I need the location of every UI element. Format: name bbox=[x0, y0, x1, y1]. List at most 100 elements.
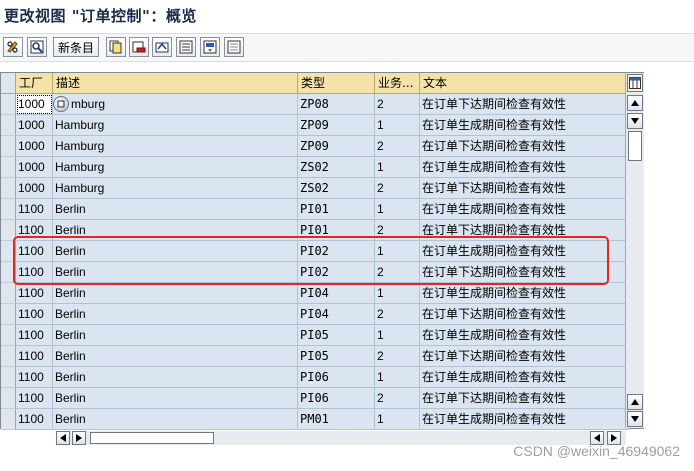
display-change-button[interactable] bbox=[3, 37, 23, 57]
table-row[interactable]: 1100 Berlin PI06 1 在订单生成期间检查有效性 bbox=[1, 367, 629, 388]
scroll-up-button[interactable] bbox=[627, 95, 643, 111]
cell-plant[interactable]: 1100 bbox=[16, 262, 53, 283]
table-row[interactable]: 1000 Hamburg ZS02 2 在订单下达期间检查有效性 bbox=[1, 178, 629, 199]
cell-plant[interactable]: 1100 bbox=[16, 346, 53, 367]
table-row[interactable]: 1000 mburg ZP08 2 在订单下达期间检查有效性 bbox=[1, 94, 629, 115]
cell-business[interactable]: 2 bbox=[375, 304, 420, 325]
cell-text[interactable]: 在订单下达期间检查有效性 bbox=[420, 136, 629, 157]
cell-description[interactable]: Berlin bbox=[53, 388, 298, 409]
cell-type[interactable]: PI02 bbox=[298, 262, 375, 283]
row-selector[interactable] bbox=[1, 94, 16, 115]
cell-business[interactable]: 2 bbox=[375, 262, 420, 283]
cell-business[interactable]: 1 bbox=[375, 325, 420, 346]
cell-plant[interactable]: 1100 bbox=[16, 220, 53, 241]
scroll-up-button-bottom[interactable] bbox=[627, 394, 643, 410]
cell-description[interactable]: Berlin bbox=[53, 346, 298, 367]
cell-description[interactable]: Berlin bbox=[53, 367, 298, 388]
cell-business[interactable]: 1 bbox=[375, 283, 420, 304]
cell-text[interactable]: 在订单生成期间检查有效性 bbox=[420, 241, 629, 262]
cell-business[interactable]: 2 bbox=[375, 94, 420, 115]
scroll-right-button-left[interactable] bbox=[72, 431, 86, 445]
cell-type[interactable]: ZP08 bbox=[298, 94, 375, 115]
scroll-down-button[interactable] bbox=[627, 411, 643, 427]
row-selector[interactable] bbox=[1, 388, 16, 409]
cell-plant[interactable]: 1100 bbox=[16, 304, 53, 325]
cell-type[interactable]: PI04 bbox=[298, 283, 375, 304]
cell-text[interactable]: 在订单生成期间检查有效性 bbox=[420, 409, 629, 430]
delete-button[interactable] bbox=[129, 37, 149, 57]
undo-change-button[interactable] bbox=[152, 37, 172, 57]
cell-type[interactable]: PI05 bbox=[298, 346, 375, 367]
row-selector[interactable] bbox=[1, 241, 16, 262]
cell-text[interactable]: 在订单下达期间检查有效性 bbox=[420, 346, 629, 367]
cell-plant[interactable]: 1100 bbox=[16, 241, 53, 262]
cell-description[interactable]: Hamburg bbox=[53, 178, 298, 199]
cell-business[interactable]: 1 bbox=[375, 157, 420, 178]
cell-business[interactable]: 1 bbox=[375, 367, 420, 388]
row-selector[interactable] bbox=[1, 283, 16, 304]
cell-business[interactable]: 2 bbox=[375, 346, 420, 367]
cell-type[interactable]: ZS02 bbox=[298, 157, 375, 178]
row-selector[interactable] bbox=[1, 367, 16, 388]
cell-plant[interactable]: 1100 bbox=[16, 409, 53, 430]
cell-business[interactable]: 1 bbox=[375, 115, 420, 136]
cell-description[interactable]: Hamburg bbox=[53, 157, 298, 178]
cell-text[interactable]: 在订单下达期间检查有效性 bbox=[420, 178, 629, 199]
scroll-down-button-top[interactable] bbox=[627, 113, 643, 129]
cell-business[interactable]: 2 bbox=[375, 136, 420, 157]
cell-plant[interactable]: 1000 bbox=[16, 157, 53, 178]
row-selector[interactable] bbox=[1, 346, 16, 367]
select-all-button[interactable] bbox=[176, 37, 196, 57]
cell-business[interactable]: 1 bbox=[375, 241, 420, 262]
select-all-rows-column[interactable] bbox=[1, 73, 16, 93]
display-button[interactable] bbox=[27, 37, 47, 57]
cell-text[interactable]: 在订单下达期间检查有效性 bbox=[420, 388, 629, 409]
cell-type[interactable]: PI04 bbox=[298, 304, 375, 325]
table-row[interactable]: 1100 Berlin PI04 1 在订单生成期间检查有效性 bbox=[1, 283, 629, 304]
cell-plant[interactable]: 1100 bbox=[16, 388, 53, 409]
cell-business[interactable]: 2 bbox=[375, 220, 420, 241]
cell-text[interactable]: 在订单生成期间检查有效性 bbox=[420, 367, 629, 388]
table-row[interactable]: 1100 Berlin PI05 2 在订单下达期间检查有效性 bbox=[1, 346, 629, 367]
cell-description[interactable]: Hamburg bbox=[53, 136, 298, 157]
table-row[interactable]: 1100 Berlin PI06 2 在订单下达期间检查有效性 bbox=[1, 388, 629, 409]
row-selector[interactable] bbox=[1, 409, 16, 430]
cell-description[interactable]: Berlin bbox=[53, 409, 298, 430]
table-row[interactable]: 1100 Berlin PI01 1 在订单生成期间检查有效性 bbox=[1, 199, 629, 220]
row-selector[interactable] bbox=[1, 304, 16, 325]
cell-text[interactable]: 在订单生成期间检查有效性 bbox=[420, 157, 629, 178]
cell-description[interactable]: Berlin bbox=[53, 304, 298, 325]
horizontal-scroll-thumb[interactable] bbox=[90, 432, 214, 444]
cell-text[interactable]: 在订单生成期间检查有效性 bbox=[420, 199, 629, 220]
table-row[interactable]: 1000 Hamburg ZP09 1 在订单生成期间检查有效性 bbox=[1, 115, 629, 136]
cell-business[interactable]: 2 bbox=[375, 388, 420, 409]
row-selector[interactable] bbox=[1, 136, 16, 157]
row-selector[interactable] bbox=[1, 325, 16, 346]
cell-description[interactable]: Berlin bbox=[53, 199, 298, 220]
cell-type[interactable]: PI05 bbox=[298, 325, 375, 346]
cell-plant[interactable]: 1100 bbox=[16, 199, 53, 220]
table-row[interactable]: 1100 Berlin PI04 2 在订单下达期间检查有效性 bbox=[1, 304, 629, 325]
cell-description[interactable]: mburg bbox=[53, 94, 298, 115]
cell-type[interactable]: ZS02 bbox=[298, 178, 375, 199]
cell-description[interactable]: Berlin bbox=[53, 325, 298, 346]
cell-type[interactable]: PI06 bbox=[298, 388, 375, 409]
cell-business[interactable]: 2 bbox=[375, 178, 420, 199]
cell-description[interactable]: Berlin bbox=[53, 283, 298, 304]
table-row[interactable]: 1100 Berlin PI05 1 在订单生成期间检查有效性 bbox=[1, 325, 629, 346]
cell-business[interactable]: 1 bbox=[375, 199, 420, 220]
cell-type[interactable]: PI01 bbox=[298, 199, 375, 220]
cell-text[interactable]: 在订单生成期间检查有效性 bbox=[420, 115, 629, 136]
cell-text[interactable]: 在订单下达期间检查有效性 bbox=[420, 262, 629, 283]
cell-text[interactable]: 在订单下达期间检查有效性 bbox=[420, 220, 629, 241]
scroll-left-button[interactable] bbox=[56, 431, 70, 445]
cell-plant[interactable]: 1000 bbox=[16, 136, 53, 157]
cell-description[interactable]: Hamburg bbox=[53, 115, 298, 136]
cell-text[interactable]: 在订单下达期间检查有效性 bbox=[420, 94, 629, 115]
row-selector[interactable] bbox=[1, 178, 16, 199]
row-selector[interactable] bbox=[1, 199, 16, 220]
table-row[interactable]: 1100 Berlin PI02 2 在订单下达期间检查有效性 bbox=[1, 262, 629, 283]
cell-type[interactable]: PI01 bbox=[298, 220, 375, 241]
col-header-plant[interactable]: 工厂 bbox=[16, 73, 53, 93]
vertical-scrollbar[interactable] bbox=[625, 73, 644, 428]
